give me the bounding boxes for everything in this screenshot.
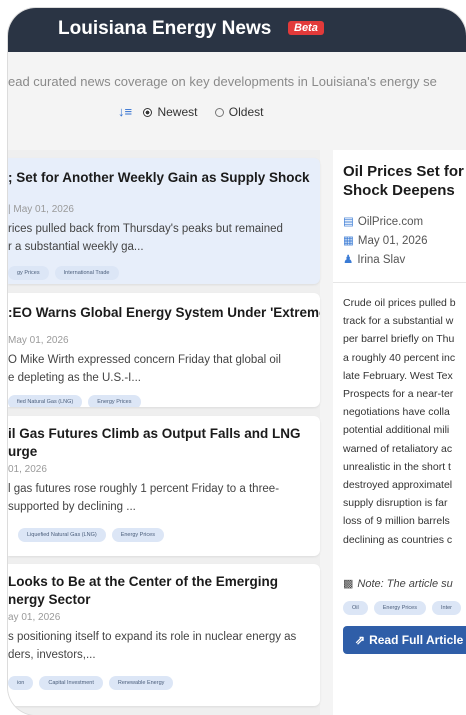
ai-note-text: Note: The article su [357,578,453,590]
read-full-article-label: Read Full Article [369,633,464,647]
body-line: Crude oil prices pulled b [343,297,456,309]
article-snippet-line: r a substantial weekly ga... [8,241,144,253]
sort-newest-label: Newest [157,105,198,119]
article-snippet-line: s positioning itself to expand its role … [8,631,297,643]
body-line: a roughly 40 percent inc [343,351,456,364]
article-tags: ion Capital Investment Renewable Energy [8,671,179,690]
detail-author-text: Irina Slav [357,254,406,266]
tag-chip[interactable]: Oil [343,601,368,615]
article-snippet-line: O Mike Wirth expressed concern Friday th… [8,354,281,366]
detail-date: ▦ May 01, 2026 [343,233,428,247]
detail-title: Oil Prices Set for A Shock Deepens [343,162,466,200]
radio-unchecked-icon [214,108,224,117]
article-title: nergy Sector [8,592,91,607]
body-line: per barrel briefly on Thu [343,333,455,346]
app-window: Louisiana Energy News Beta ead curated n… [8,8,466,715]
tag-chip[interactable]: Liquefied Natural Gas (LNG) [18,528,106,542]
body-line: loss of 9 million barrels [343,515,450,528]
calendar-icon: ▦ [343,235,354,247]
sort-desc-icon[interactable]: ↓≡ [118,104,132,119]
tag-chip[interactable]: gy Prices [8,266,49,280]
article-title: urge [8,444,38,459]
tag-chip[interactable]: International Trade [54,266,119,280]
external-link-icon: ⇗ [355,633,366,647]
user-icon: ♟ [343,254,354,266]
detail-source: ▤ OilPrice.com [343,214,423,228]
article-card[interactable]: il Gas Futures Climb as Output Falls and… [8,416,320,556]
sort-controls: ↓≡ Newest Oldest [118,104,277,119]
tag-chip[interactable]: Inter [431,601,461,615]
article-title: ; Set for Another Weekly Gain as Supply … [8,170,310,185]
article-card[interactable]: :EO Warns Global Energy System Under 'Ex… [8,293,320,407]
article-date: 01, 2026 [8,464,47,475]
article-snippet-line: ders, investors,... [8,649,96,661]
tag-chip[interactable]: Renewable Energy [108,676,174,690]
beta-badge: Beta [288,21,324,35]
body-line: late February. West Tex [343,369,453,382]
article-snippet-line: rices pulled back from Thursday's peaks … [8,223,283,235]
article-detail-panel: Oil Prices Set for A Shock Deepens ▤ OilP… [333,150,466,715]
sort-oldest-radio[interactable]: Oldest [214,105,264,119]
article-snippet-line: e depleting as the U.S.-I... [8,372,141,384]
article-title: il Gas Futures Climb as Output Falls and… [8,426,301,441]
article-title: Looks to Be at the Center of the Emergin… [8,574,279,589]
detail-title-line: Oil Prices Set for A [343,163,466,180]
article-tags: gy Prices International Trade [8,261,125,280]
body-line: declining as countries c [343,533,453,546]
body-line: warned of retaliatory ac [343,442,453,455]
tag-chip[interactable]: Energy Prices [373,601,426,615]
sort-oldest-label: Oldest [228,105,264,119]
body-line: track for a substantial w [343,315,454,328]
article-list: ; Set for Another Weekly Gain as Supply … [8,150,320,715]
divider [333,282,466,283]
newspaper-icon: ▤ [343,216,354,228]
article-snippet-line: l gas futures rose roughly 1 percent Fri… [8,483,280,495]
article-date: | May 01, 2026 [8,204,74,215]
ai-note: ▩ Note: The article su [343,577,453,590]
detail-source-text: OilPrice.com [357,216,424,228]
tag-chip[interactable]: Capital Investment [39,676,103,690]
article-tags: fied Natural Gas (LNG) Energy Prices [8,390,147,407]
app-title: Louisiana Energy News [58,18,272,39]
read-full-article-button[interactable]: ⇗ Read Full Article [343,626,466,654]
body-line: potential additional mili [343,424,450,437]
page-subtitle: ead curated news coverage on key develop… [8,74,437,89]
body-line: Prospects for a near-ter [343,388,454,401]
tag-chip[interactable]: Energy Prices [111,528,164,542]
body-line: supply disruption is far [343,497,448,510]
body-line: negotiations have colla [343,406,450,419]
article-tags: Liquefied Natural Gas (LNG) Energy Prices [18,523,170,542]
top-bar: Louisiana Energy News Beta [8,8,466,52]
article-date: May 01, 2026 [8,335,69,346]
tag-chip[interactable]: ion [8,676,34,690]
article-card[interactable]: ; Set for Another Weekly Gain as Supply … [8,158,320,284]
detail-title-line: Shock Deepens [343,182,455,199]
body-line: destroyed approximatel [343,479,453,492]
body-line: unrealistic in the short t [343,460,451,473]
detail-tags: Oil Energy Prices Inter [343,596,466,615]
tag-chip[interactable]: fied Natural Gas (LNG) [8,395,83,407]
robot-icon: ▩ [343,578,354,590]
article-card[interactable]: Looks to Be at the Center of the Emergin… [8,564,320,706]
detail-author: ♟ Irina Slav [343,252,405,266]
article-date: ay 01, 2026 [8,612,61,623]
detail-date-text: May 01, 2026 [357,235,428,247]
article-title: :EO Warns Global Energy System Under 'Ex… [8,305,320,320]
tag-chip[interactable]: Energy Prices [88,395,141,407]
radio-checked-icon [143,108,153,117]
article-snippet-line: supported by declining ... [8,501,136,513]
sort-newest-radio[interactable]: Newest [143,105,200,119]
detail-body: Crude oil prices pulled b track for a su… [343,294,466,549]
